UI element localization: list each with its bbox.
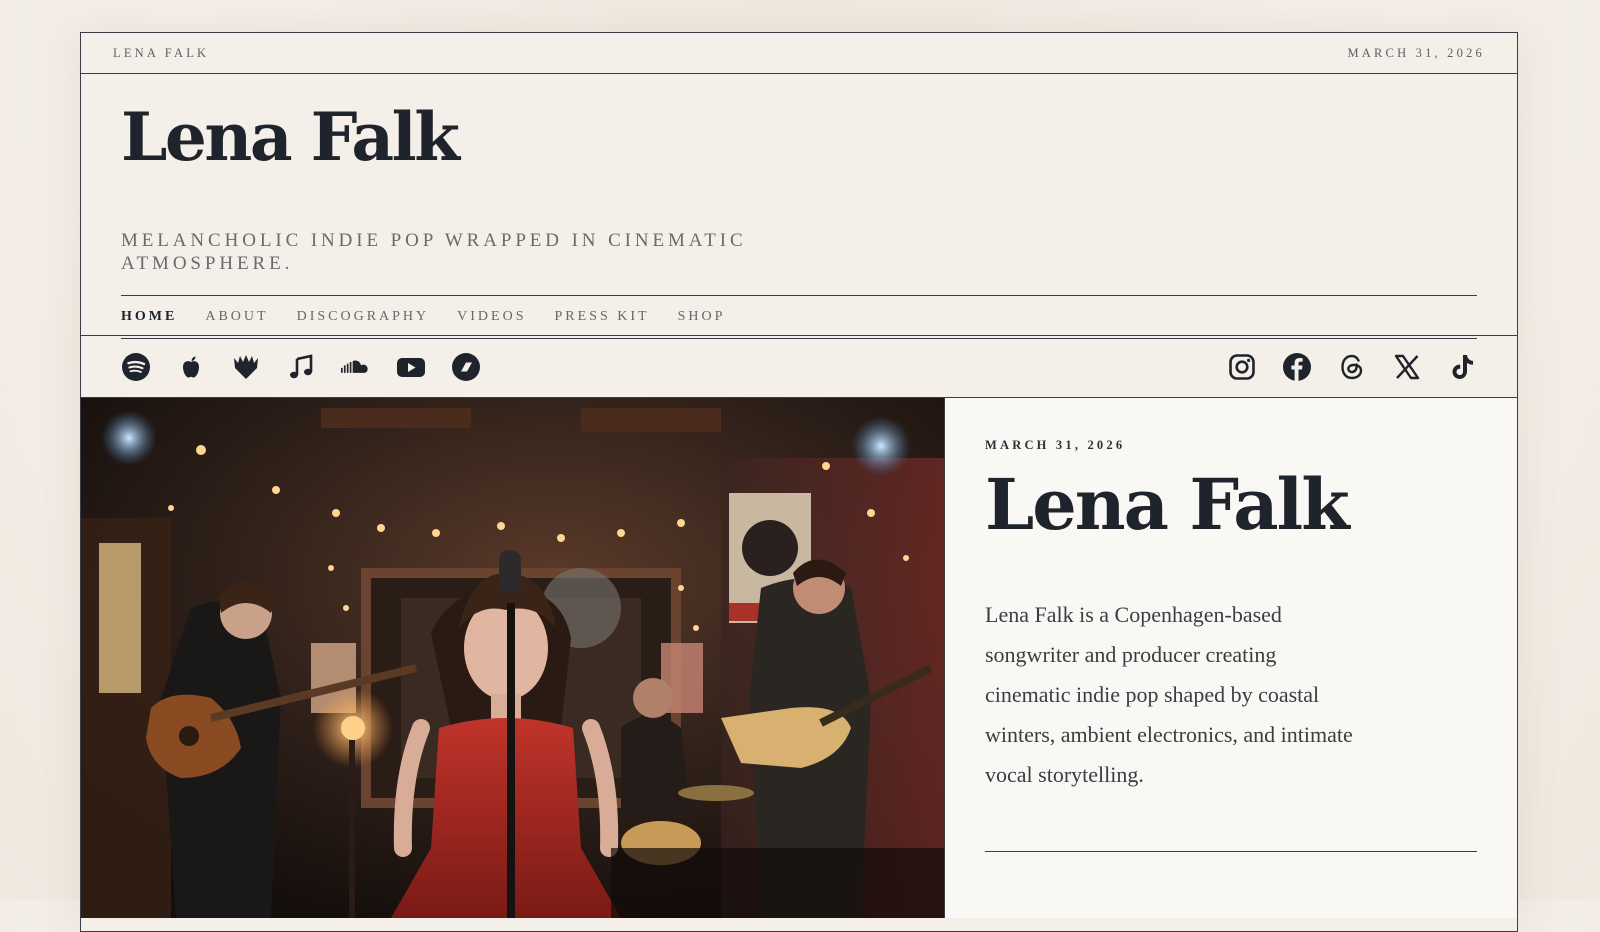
tagline: MELANCHOLIC INDIE POP WRAPPED IN CINEMAT… xyxy=(121,230,747,274)
main-nav: HOME ABOUT DISCOGRAPHY VIDEOS PRESS KIT … xyxy=(121,295,1477,339)
spotify-icon[interactable] xyxy=(121,352,151,382)
feature-body: Lena Falk is a Copenhagen-based songwrit… xyxy=(985,602,1353,787)
site-name: LENA FALK xyxy=(113,45,210,60)
deezer-icon[interactable] xyxy=(231,352,261,382)
site-title[interactable]: Lena Falk xyxy=(121,104,460,170)
nav-item-press-kit[interactable]: PRESS KIT xyxy=(555,309,650,325)
top-bar: LENA FALK MARCH 31, 2026 xyxy=(81,33,1517,74)
nav-item-shop[interactable]: SHOP xyxy=(678,309,726,325)
youtube-icon[interactable] xyxy=(396,352,426,382)
facebook-icon[interactable] xyxy=(1282,352,1312,382)
feature-panel: MARCH 31, 2026 Lena Falk Lena Falk is a … xyxy=(945,398,1517,918)
nav-item-about[interactable]: ABOUT xyxy=(205,309,268,325)
apple-music-icon[interactable] xyxy=(176,352,206,382)
x-icon[interactable] xyxy=(1392,352,1422,382)
feature-section: MARCH 31, 2026 Lena Falk Lena Falk is a … xyxy=(81,398,1517,918)
music-note-icon[interactable] xyxy=(286,352,316,382)
nav-item-videos[interactable]: VIDEOS xyxy=(457,309,526,325)
tiktok-icon[interactable] xyxy=(1447,352,1477,382)
feature-date: MARCH 31, 2026 xyxy=(985,438,1126,452)
threads-icon[interactable] xyxy=(1337,352,1367,382)
divider xyxy=(985,851,1477,852)
nav-item-discography[interactable]: DISCOGRAPHY xyxy=(297,309,430,325)
instagram-icon[interactable] xyxy=(1227,352,1257,382)
feature-title: Lena Falk xyxy=(985,463,1350,546)
soundcloud-icon[interactable] xyxy=(341,352,371,382)
streaming-links xyxy=(121,352,506,382)
page-frame: LENA FALK MARCH 31, 2026 Lena Falk MELAN… xyxy=(80,32,1518,932)
hero-photo xyxy=(81,398,945,918)
icon-bar xyxy=(81,336,1517,398)
current-date: MARCH 31, 2026 xyxy=(1347,45,1485,60)
bandcamp-icon[interactable] xyxy=(451,352,481,382)
social-links xyxy=(1202,352,1477,382)
masthead: Lena Falk MELANCHOLIC INDIE POP WRAPPED … xyxy=(81,74,1517,339)
nav-item-home[interactable]: HOME xyxy=(121,309,177,325)
